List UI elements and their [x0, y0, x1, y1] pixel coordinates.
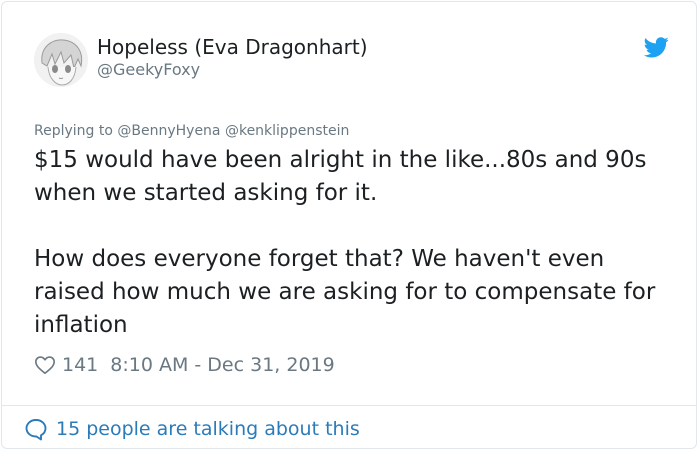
- like-count[interactable]: 141: [62, 354, 98, 376]
- tweet-card: Hopeless (Eva Dragonhart) @GeekyFoxy Rep…: [1, 1, 697, 449]
- tweet-paragraph-1: $15 would have been alright in the like.…: [34, 147, 647, 206]
- talking-about-link[interactable]: 15 people are talking about this: [24, 415, 360, 443]
- heart-icon[interactable]: [34, 354, 56, 376]
- avatar[interactable]: [34, 33, 88, 87]
- replying-to-text: Replying to @BennyHyena @kenklippenstein: [34, 123, 350, 139]
- twitter-bird-icon[interactable]: [644, 37, 669, 58]
- author-handle[interactable]: @GeekyFoxy: [97, 60, 200, 80]
- talking-about-label[interactable]: 15 people are talking about this: [56, 418, 360, 440]
- tweet-meta: 141 8:10 AM - Dec 31, 2019: [34, 352, 335, 378]
- tweet-paragraph-2: How does everyone forget that? We haven'…: [34, 246, 656, 338]
- speech-bubble-icon: [25, 419, 47, 441]
- tweet-text: $15 would have been alright in the like.…: [34, 144, 674, 342]
- divider: [2, 405, 696, 406]
- anime-avatar-icon: [34, 33, 88, 87]
- author-display-name[interactable]: Hopeless (Eva Dragonhart): [97, 35, 368, 59]
- tweet-timestamp[interactable]: 8:10 AM - Dec 31, 2019: [110, 354, 334, 376]
